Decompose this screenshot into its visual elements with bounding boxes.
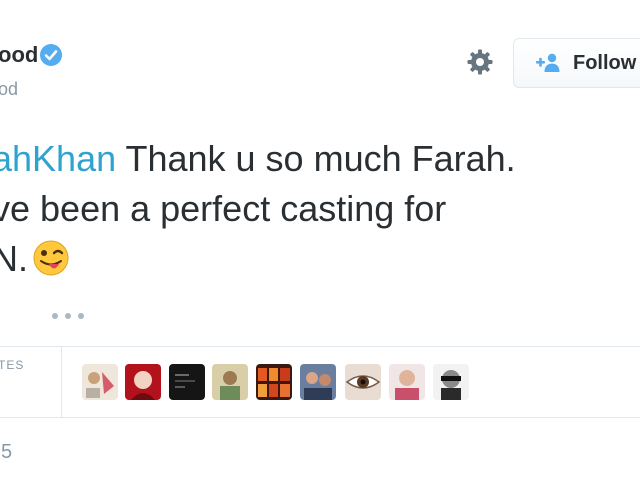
avatar[interactable] (82, 364, 118, 400)
avatar[interactable] (125, 364, 161, 400)
user-handle[interactable]: od (0, 80, 18, 98)
divider (0, 346, 640, 347)
tweet-line: N. (0, 234, 640, 284)
mention-link[interactable]: ahKhan (0, 138, 116, 179)
divider (0, 417, 640, 418)
avatar[interactable] (169, 364, 205, 400)
more-dots-icon[interactable] (50, 310, 86, 322)
tweet-text-segment: N. (0, 238, 28, 279)
avatar[interactable] (389, 364, 425, 400)
avatar[interactable] (345, 364, 381, 400)
avatar[interactable] (256, 364, 292, 400)
tweet-text: ahKhan Thank u so much Farah. ve been a … (0, 134, 640, 284)
tweet-timestamp[interactable]: 5 (1, 442, 12, 462)
avatar[interactable] (212, 364, 248, 400)
avatar[interactable] (433, 364, 469, 400)
display-name[interactable]: ood (0, 44, 38, 66)
tweet-line: ahKhan Thank u so much Farah. (0, 134, 640, 184)
avatar[interactable] (300, 364, 336, 400)
divider (61, 347, 62, 417)
tweet-text-segment: ve been a perfect casting for (0, 188, 447, 229)
favorites-label[interactable]: TES (0, 359, 24, 371)
verified-badge-icon (40, 44, 62, 66)
tweet-text-segment: Thank u so much Farah. (116, 138, 516, 179)
gear-icon[interactable] (466, 48, 494, 76)
winking-face-emoji-icon (32, 239, 70, 277)
follow-button[interactable]: Follow (513, 38, 640, 88)
add-user-icon (536, 53, 560, 73)
tweet-line: ve been a perfect casting for (0, 184, 640, 234)
follow-button-label: Follow (573, 52, 637, 74)
